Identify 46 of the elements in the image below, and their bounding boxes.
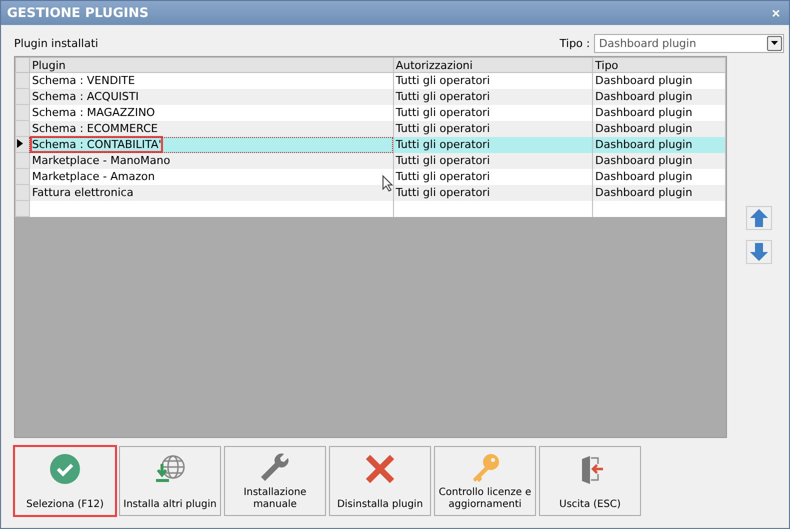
table-cell[interactable]: Tutti gli operatori bbox=[393, 152, 593, 168]
filter-label: Tipo : bbox=[560, 36, 590, 50]
table-cell[interactable]: Dashboard plugin bbox=[592, 120, 726, 136]
section-label: Plugin installati bbox=[14, 36, 98, 50]
table-cell[interactable]: Marketplace - ManoMano bbox=[29, 152, 394, 168]
table-cell[interactable]: Fattura elettronica bbox=[29, 184, 394, 200]
table-cell[interactable]: Dashboard plugin bbox=[592, 104, 726, 120]
table-cell[interactable]: Tutti gli operatori bbox=[393, 120, 593, 136]
table-cell[interactable]: Tutti gli operatori bbox=[393, 184, 593, 200]
toolbar-button[interactable]: Installazione manuale bbox=[224, 446, 326, 516]
check-circle-icon bbox=[49, 453, 81, 485]
table-cell[interactable]: Schema : ECOMMERCE bbox=[29, 120, 394, 136]
cross-icon bbox=[364, 453, 396, 485]
toolbar-button[interactable]: Installa altri plugin bbox=[119, 446, 221, 516]
table-cell[interactable]: Marketplace - Amazon bbox=[29, 168, 394, 184]
caret-icon bbox=[771, 41, 778, 45]
table-cell[interactable]: Schema : ACQUISTI bbox=[29, 88, 394, 104]
column-header[interactable]: Plugin bbox=[29, 58, 394, 72]
table-cell[interactable]: Dashboard plugin bbox=[592, 152, 726, 168]
table-cell[interactable]: Tutti gli operatori bbox=[393, 88, 593, 104]
toolbar-button[interactable]: Disinstalla plugin bbox=[329, 446, 431, 516]
table-cell[interactable]: Schema : CONTABILITA' bbox=[29, 136, 394, 152]
window-title: GESTIONE PLUGINS bbox=[7, 6, 149, 20]
arrow-down-icon bbox=[749, 242, 769, 262]
column-header[interactable]: Tipo bbox=[592, 58, 726, 72]
table-cell[interactable]: Tutti gli operatori bbox=[393, 168, 593, 184]
globe-download-icon bbox=[154, 453, 186, 485]
table-cell[interactable]: Dashboard plugin bbox=[592, 168, 726, 184]
column-header[interactable]: Autorizzazioni bbox=[393, 58, 593, 72]
table-cell[interactable]: Tutti gli operatori bbox=[393, 136, 593, 152]
mouse-cursor-icon bbox=[382, 175, 393, 192]
table-cell[interactable]: Schema : MAGAZZINO bbox=[29, 104, 394, 120]
table-cell[interactable]: Dashboard plugin bbox=[592, 72, 726, 88]
toolbar-button[interactable]: Seleziona (F12) bbox=[14, 446, 116, 516]
move-down-button[interactable] bbox=[746, 240, 772, 264]
table-cell[interactable]: Dashboard plugin bbox=[592, 88, 726, 104]
table-cell[interactable]: Schema : VENDITE bbox=[29, 72, 394, 88]
table-cell[interactable]: Dashboard plugin bbox=[592, 136, 726, 152]
table-cell[interactable]: Tutti gli operatori bbox=[393, 72, 593, 88]
arrow-up-icon bbox=[749, 208, 769, 228]
toolbar-button[interactable]: Uscita (ESC) bbox=[539, 446, 641, 516]
table-cell[interactable]: Dashboard plugin bbox=[592, 184, 726, 200]
toolbar-button[interactable]: Controllo licenze e aggiornamenti bbox=[434, 446, 536, 516]
table-cell[interactable]: Tutti gli operatori bbox=[393, 104, 593, 120]
move-up-button[interactable] bbox=[746, 206, 772, 230]
type-dropdown[interactable]: Dashboard plugin bbox=[594, 34, 784, 52]
